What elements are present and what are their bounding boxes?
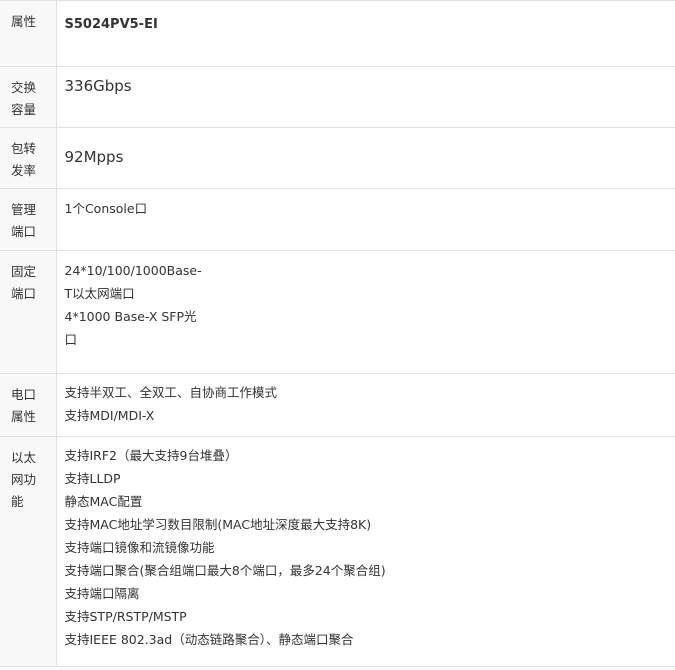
value-line: 支持IEEE 802.3ad（动态链路聚合）、静态端口聚合: [64, 632, 354, 647]
table-row: 固定 端口 24*10/100/1000Base- T以太网端口 4*1000 …: [0, 250, 675, 374]
key-line: 端口: [11, 286, 37, 301]
value-line: 支持端口聚合(聚合组端口最大8个端口，最多24个聚合组): [64, 563, 386, 578]
value-line: 4*1000 Base-X SFP光: [64, 309, 197, 324]
table-row: 包转 发率 92Mpps: [0, 127, 675, 189]
key-line: 能: [11, 494, 24, 509]
value-line: 1个Console口: [64, 201, 148, 216]
row-value: S5024PV5-EI: [56, 0, 675, 67]
key-line: 属性: [11, 14, 37, 29]
row-value: 24*10/100/1000Base- T以太网端口 4*1000 Base-X…: [56, 250, 675, 374]
row-key: 以太 网功 能: [0, 436, 57, 667]
key-line: 端口: [11, 224, 37, 239]
key-line: 包转: [11, 141, 37, 156]
value-line: 92Mpps: [64, 148, 124, 166]
table-row: 以太 网功 能 支持IRF2（最大支持9台堆叠） 支持LLDP 静态MAC配置 …: [0, 436, 675, 667]
table-row: 属性 S5024PV5-EI: [0, 0, 675, 67]
row-value: 支持半双工、全双工、自协商工作模式 支持MDI/MDI-X: [56, 373, 675, 437]
spec-table: 属性 S5024PV5-EI 交换 容量 336Gbps 包转 发率 92Mpp…: [0, 0, 675, 667]
value-line: 静态MAC配置: [64, 494, 143, 509]
key-line: 交换: [11, 80, 37, 95]
value-line: 支持IRF2（最大支持9台堆叠）: [64, 448, 238, 463]
key-line: 固定: [11, 264, 37, 279]
row-value: 支持IRF2（最大支持9台堆叠） 支持LLDP 静态MAC配置 支持MAC地址学…: [56, 436, 675, 667]
table-row: 电口 属性 支持半双工、全双工、自协商工作模式 支持MDI/MDI-X: [0, 373, 675, 437]
value-line: 支持MAC地址学习数目限制(MAC地址深度最大支持8K): [64, 517, 372, 532]
row-value: 1个Console口: [56, 188, 675, 251]
value-line: 支持STP/RSTP/MSTP: [64, 609, 187, 624]
value-line: 336Gbps: [64, 77, 132, 95]
key-line: 容量: [11, 102, 37, 117]
value-line: 24*10/100/1000Base-: [64, 263, 202, 278]
row-key: 包转 发率: [0, 127, 57, 189]
value-line: 支持半双工、全双工、自协商工作模式: [64, 385, 278, 400]
key-line: 发率: [11, 163, 37, 178]
row-key: 管理 端口: [0, 188, 57, 251]
table-row: 管理 端口 1个Console口: [0, 188, 675, 251]
row-value: 92Mpps: [56, 127, 675, 189]
value-line: 支持端口镜像和流镜像功能: [64, 540, 215, 555]
value-line: 支持MDI/MDI-X: [64, 408, 155, 423]
product-model: S5024PV5-EI: [64, 17, 158, 32]
key-line: 电口: [11, 387, 37, 402]
table-row: 交换 容量 336Gbps: [0, 66, 675, 128]
row-key: 属性: [0, 0, 57, 67]
row-key: 交换 容量: [0, 66, 57, 128]
row-key: 电口 属性: [0, 373, 57, 437]
value-line: 支持端口隔离: [64, 586, 140, 601]
key-line: 网功: [11, 472, 37, 487]
value-line: 口: [64, 332, 78, 347]
row-key: 固定 端口: [0, 250, 57, 374]
row-value: 336Gbps: [56, 66, 675, 128]
key-line: 管理: [11, 202, 37, 217]
key-line: 属性: [11, 409, 37, 424]
value-line: T以太网端口: [64, 286, 135, 301]
value-line: 支持LLDP: [64, 471, 121, 486]
key-line: 以太: [11, 450, 37, 465]
